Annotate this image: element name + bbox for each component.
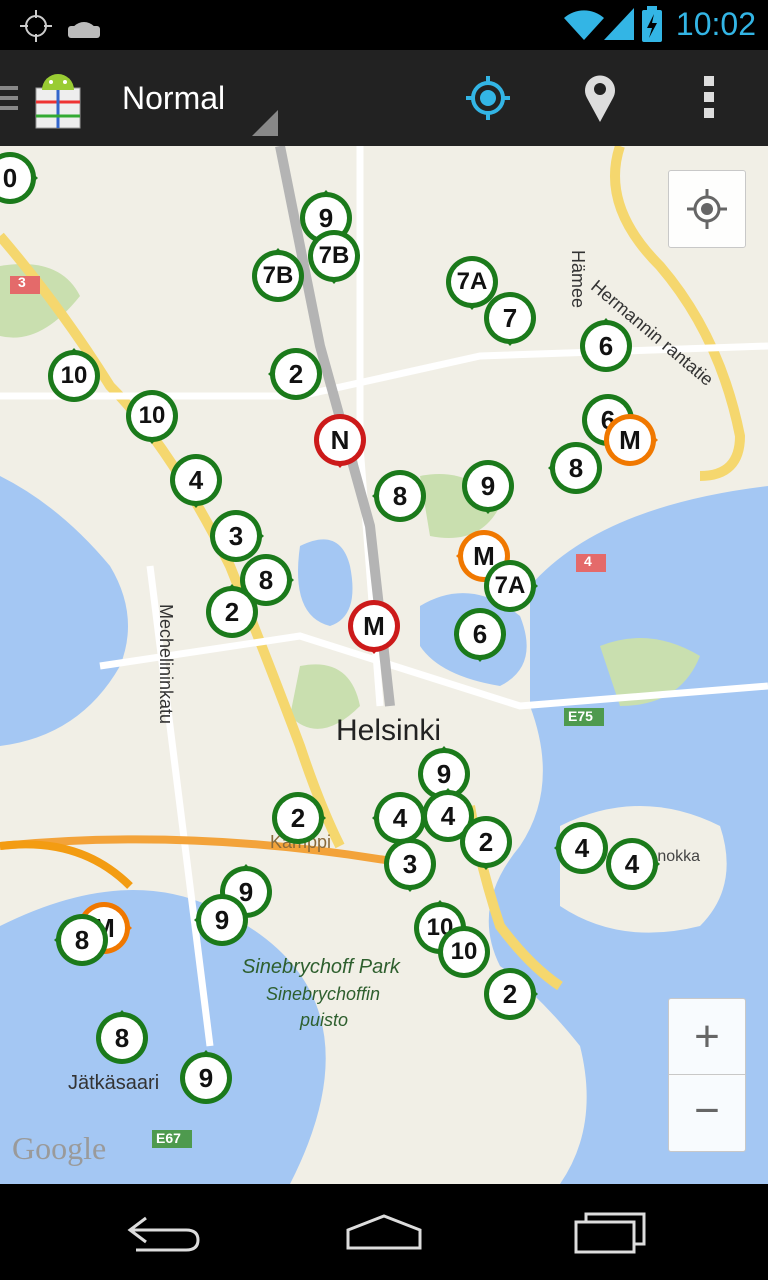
zoom-out-button[interactable]: −	[668, 1074, 746, 1152]
navigation-bar	[0, 1184, 768, 1280]
marker-label: 2	[288, 359, 304, 389]
locate-button[interactable]	[668, 170, 746, 248]
marker-label: 2	[478, 827, 494, 857]
route-shield-3: 3	[18, 274, 26, 290]
android-debug-icon	[68, 22, 100, 38]
action-bar: Normal	[0, 50, 768, 147]
tram-marker[interactable]: 2	[480, 964, 540, 1024]
tram-marker[interactable]: 2	[266, 344, 326, 404]
city-label: Helsinki	[336, 714, 442, 747]
status-bar: 10:02	[0, 0, 768, 50]
tram-marker[interactable]: 2	[268, 788, 328, 848]
route-shield-e67: E67	[156, 1130, 181, 1146]
signal-icon	[604, 8, 634, 40]
park-label-sinebrychoff: Sinebrychoff Park	[242, 956, 400, 978]
overflow-menu-icon[interactable]	[702, 76, 718, 120]
tram-marker[interactable]: 10	[122, 386, 182, 446]
marker-label: M	[363, 611, 385, 641]
marker-label: 6	[598, 331, 614, 361]
marker-label: M	[619, 425, 641, 455]
park-label-puisto: puisto	[300, 1010, 349, 1030]
street-label-hameen: Hämee	[568, 250, 588, 309]
back-button[interactable]	[116, 1208, 216, 1256]
route-shield-4: 4	[584, 553, 592, 569]
marker-label: 8	[392, 481, 408, 511]
marker-label: 8	[568, 453, 584, 483]
drawer-indicator-icon[interactable]	[0, 86, 22, 112]
train-marker[interactable]: M	[344, 596, 404, 656]
marker-label: 7B	[262, 262, 294, 289]
tram-marker[interactable]: 9	[458, 456, 518, 516]
marker-label: 2	[502, 979, 518, 1009]
tram-marker[interactable]: 8	[370, 466, 430, 526]
app-logo-icon[interactable]	[32, 66, 84, 130]
marker-label: 9	[480, 471, 496, 501]
marker-label: 8	[74, 925, 90, 955]
tram-marker[interactable]: 8	[52, 910, 112, 970]
marker-label: 2	[224, 597, 240, 627]
marker-label: 4	[188, 465, 204, 495]
marker-label: 7	[502, 303, 518, 333]
locate-icon	[687, 189, 727, 229]
tram-marker[interactable]: 9	[192, 890, 252, 950]
tram-marker[interactable]: 2	[456, 812, 516, 872]
tram-marker[interactable]: 8	[546, 438, 606, 498]
spinner-arrow-icon	[252, 110, 278, 136]
gps-icon	[20, 10, 52, 42]
tram-marker[interactable]: 2	[202, 582, 262, 642]
tram-marker[interactable]: 0	[0, 148, 40, 208]
tram-marker[interactable]: 3	[380, 834, 440, 894]
tram-marker[interactable]: 7	[480, 288, 540, 348]
battery-icon	[642, 6, 662, 42]
home-button[interactable]	[334, 1208, 434, 1256]
tram-marker[interactable]: 7B	[304, 226, 364, 286]
tram-marker[interactable]: 7B	[248, 246, 308, 306]
marker-label: 10	[138, 402, 166, 429]
marker-label: 7B	[318, 242, 350, 269]
tram-marker[interactable]: 8	[92, 1008, 152, 1068]
zoom-in-button[interactable]: +	[668, 998, 746, 1076]
marker-label: 6	[472, 619, 488, 649]
tram-marker[interactable]: 9	[176, 1048, 236, 1108]
route-shield-e75: E75	[568, 708, 593, 724]
marker-label: 3	[402, 849, 418, 879]
marker-label: N	[330, 425, 350, 455]
marker-label: 9	[214, 905, 230, 935]
map-view[interactable]: 3 4 E75 E67 Helsinki Hermannin rantatie …	[0, 146, 768, 1184]
place-label-jatkasaari: Jätkäsaari	[68, 1072, 160, 1094]
google-logo: Google	[12, 1130, 107, 1166]
park-label-sinebrychoffin: Sinebrychoffin	[266, 984, 381, 1004]
place-pin-icon[interactable]	[584, 74, 616, 122]
metro-marker[interactable]: M	[600, 410, 660, 470]
marker-label: 0	[2, 163, 18, 193]
marker-label: 8	[114, 1023, 130, 1053]
train-marker[interactable]: N	[310, 410, 370, 470]
clock: 10:02	[675, 6, 756, 42]
marker-label: 10	[60, 362, 88, 389]
tram-marker[interactable]: 6	[450, 604, 510, 664]
my-location-icon[interactable]	[464, 74, 512, 122]
marker-label: 9	[198, 1063, 214, 1093]
tram-marker[interactable]: 10	[44, 346, 104, 406]
recents-button[interactable]	[564, 1208, 664, 1256]
tram-marker[interactable]: 4	[166, 450, 226, 510]
marker-label: 2	[290, 803, 306, 833]
tram-marker[interactable]: 4	[602, 834, 662, 894]
tram-marker[interactable]: 6	[576, 316, 636, 376]
wifi-icon	[564, 10, 604, 40]
map-type-spinner[interactable]: Normal	[122, 80, 225, 117]
street-label-mechelininkatu: Mechelininkatu	[156, 604, 176, 725]
marker-label: 4	[624, 849, 640, 879]
